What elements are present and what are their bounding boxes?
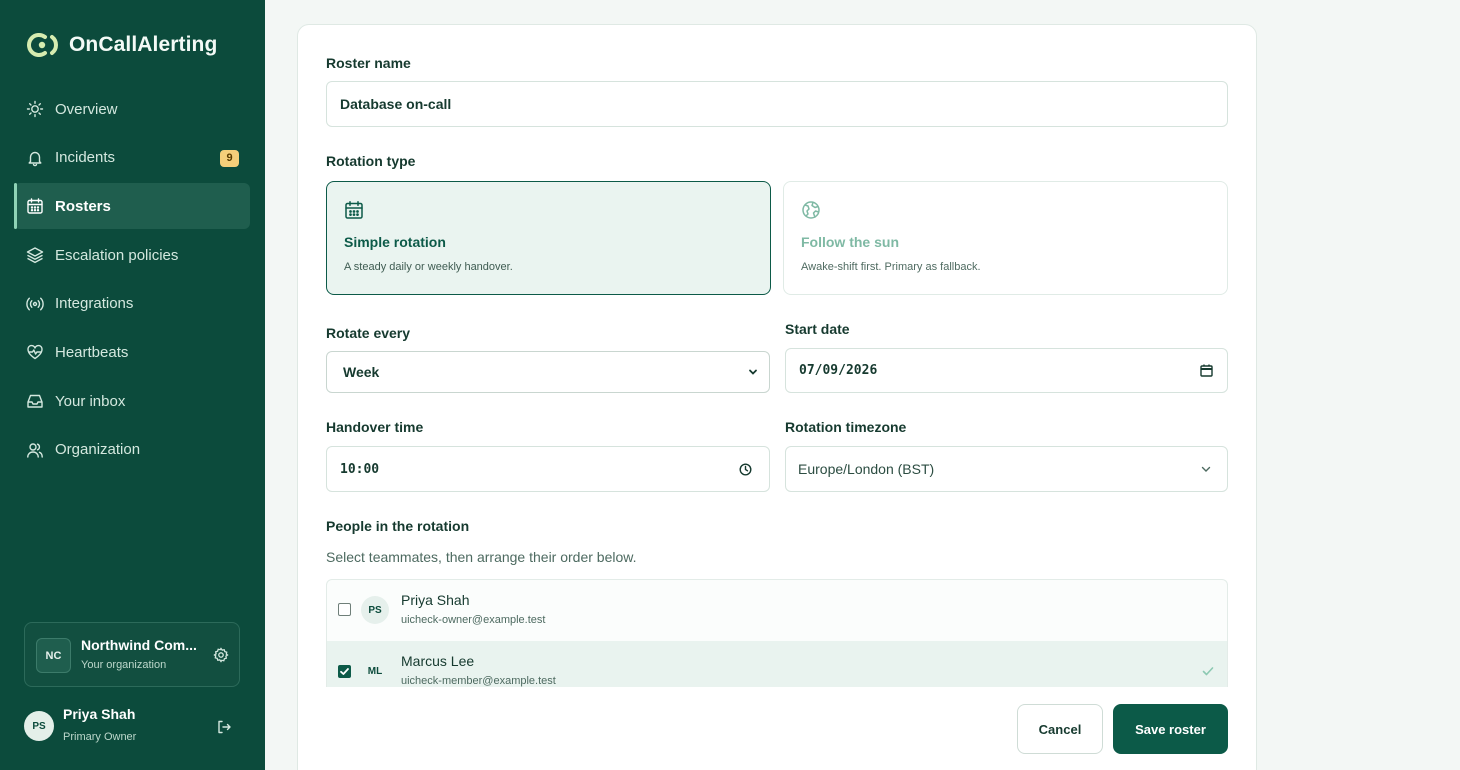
- rotation-option-desc: Awake-shift first. Primary as fallback.: [801, 261, 981, 273]
- org-switcher[interactable]: NC Northwind Com... Your organization: [24, 622, 240, 687]
- sidebar-item-escalation-policies[interactable]: Escalation policies: [14, 232, 250, 278]
- save-roster-button[interactable]: Save roster: [1113, 704, 1228, 754]
- incident-count-badge: 9: [220, 149, 239, 167]
- handover-time-value: 10:00: [340, 461, 380, 477]
- roster-name-label: Roster name: [326, 55, 411, 71]
- sidebar-item-organization[interactable]: Organization: [14, 427, 250, 473]
- brand[interactable]: OnCallAlerting: [25, 30, 217, 60]
- chevron-down-icon: [749, 369, 757, 375]
- sidebar-item-incidents[interactable]: Incidents 9: [14, 135, 250, 181]
- cancel-button[interactable]: Cancel: [1017, 704, 1103, 754]
- timezone-select[interactable]: Europe/London (BST): [785, 446, 1228, 492]
- rotation-option-follow-the-sun[interactable]: Follow the sun Awake-shift first. Primar…: [783, 181, 1228, 295]
- people-hint: Select teammates, then arrange their ord…: [326, 549, 637, 565]
- person-email: uicheck-member@example.test: [401, 675, 556, 687]
- bell-icon: [26, 149, 44, 167]
- logo-icon: [27, 33, 58, 57]
- org-name: Northwind Com...: [81, 637, 197, 653]
- sidebar-item-your-inbox[interactable]: Your inbox: [14, 378, 250, 424]
- rotate-every-value: Week: [343, 364, 380, 380]
- person-checkbox[interactable]: [338, 665, 351, 678]
- sidebar-item-label: Integrations: [55, 295, 134, 313]
- sidebar-item-label: Escalation policies: [55, 246, 179, 264]
- sidebar-item-label: Organization: [55, 441, 141, 459]
- logout-icon[interactable]: [216, 719, 232, 735]
- selected-check-icon: [1202, 667, 1214, 676]
- broadcast-icon: [26, 295, 44, 313]
- current-user: PS Priya Shah Primary Owner: [24, 700, 240, 756]
- sidebar-item-integrations[interactable]: Integrations: [14, 281, 250, 327]
- handover-time-label: Handover time: [326, 419, 424, 435]
- sidebar-item-label: Heartbeats: [55, 343, 129, 361]
- list-item[interactable]: PS Priya Shah uicheck-owner@example.test: [327, 580, 1227, 641]
- clock-icon[interactable]: [739, 463, 752, 476]
- brand-name: OnCallAlerting: [69, 33, 218, 56]
- start-date-label: Start date: [785, 321, 850, 337]
- avatar: PS: [361, 596, 389, 624]
- checkmark-icon: [340, 668, 349, 675]
- org-avatar: NC: [36, 638, 71, 673]
- avatar: PS: [24, 711, 54, 741]
- sidebar-item-label: Incidents: [55, 149, 116, 167]
- person-name: Marcus Lee: [401, 653, 475, 669]
- start-date-input[interactable]: 07/09/2026: [785, 348, 1228, 393]
- sidebar-nav: Overview Incidents 9 Rosters Escalation …: [14, 86, 250, 476]
- people-list[interactable]: PS Priya Shah uicheck-owner@example.test…: [326, 579, 1228, 687]
- sun-icon: [26, 100, 44, 118]
- roster-name-input[interactable]: Database on-call: [326, 81, 1228, 127]
- sidebar-item-overview[interactable]: Overview: [14, 86, 250, 132]
- sidebar: OnCallAlerting Overview Incidents 9 Rost…: [0, 0, 265, 770]
- avatar: ML: [367, 665, 383, 677]
- rotation-type-label: Rotation type: [326, 153, 416, 169]
- rotation-option-desc: A steady daily or weekly handover.: [344, 261, 513, 273]
- person-email: uicheck-owner@example.test: [401, 614, 546, 626]
- chevron-down-icon: [1201, 466, 1211, 472]
- timezone-label: Rotation timezone: [785, 419, 907, 435]
- people-label: People in the rotation: [326, 518, 470, 534]
- sidebar-item-label: Rosters: [55, 197, 111, 215]
- rotate-every-label: Rotate every: [326, 325, 411, 341]
- person-name: Priya Shah: [401, 592, 470, 608]
- rotation-option-simple[interactable]: Simple rotation A steady daily or weekly…: [326, 181, 771, 295]
- sidebar-item-label: Overview: [55, 100, 118, 118]
- calendar-icon: [345, 201, 363, 219]
- calendar-icon: [26, 197, 44, 215]
- start-date-value: 07/09/2026: [799, 363, 878, 378]
- user-name: Priya Shah: [63, 706, 136, 722]
- inbox-icon: [26, 392, 44, 410]
- rotate-every-select[interactable]: Week: [326, 351, 770, 393]
- sidebar-item-label: Your inbox: [55, 392, 126, 410]
- person-checkbox[interactable]: [338, 603, 351, 616]
- org-subtitle: Your organization: [81, 659, 167, 671]
- user-role: Primary Owner: [63, 731, 137, 743]
- users-icon: [26, 441, 44, 459]
- timezone-value: Europe/London (BST): [798, 461, 935, 477]
- gear-icon[interactable]: [213, 647, 229, 663]
- layers-icon: [26, 246, 44, 264]
- sidebar-item-heartbeats[interactable]: Heartbeats: [14, 329, 250, 375]
- calendar-picker-icon[interactable]: [1200, 364, 1213, 377]
- handover-time-input[interactable]: 10:00: [326, 446, 770, 492]
- list-item[interactable]: ML Marcus Lee uicheck-member@example.tes…: [327, 641, 1227, 687]
- rotation-option-title: Simple rotation: [344, 234, 446, 250]
- rotation-option-title: Follow the sun: [801, 234, 899, 250]
- globe-icon: [802, 201, 820, 219]
- heart-pulse-icon: [26, 343, 44, 361]
- sidebar-item-rosters[interactable]: Rosters: [14, 183, 250, 230]
